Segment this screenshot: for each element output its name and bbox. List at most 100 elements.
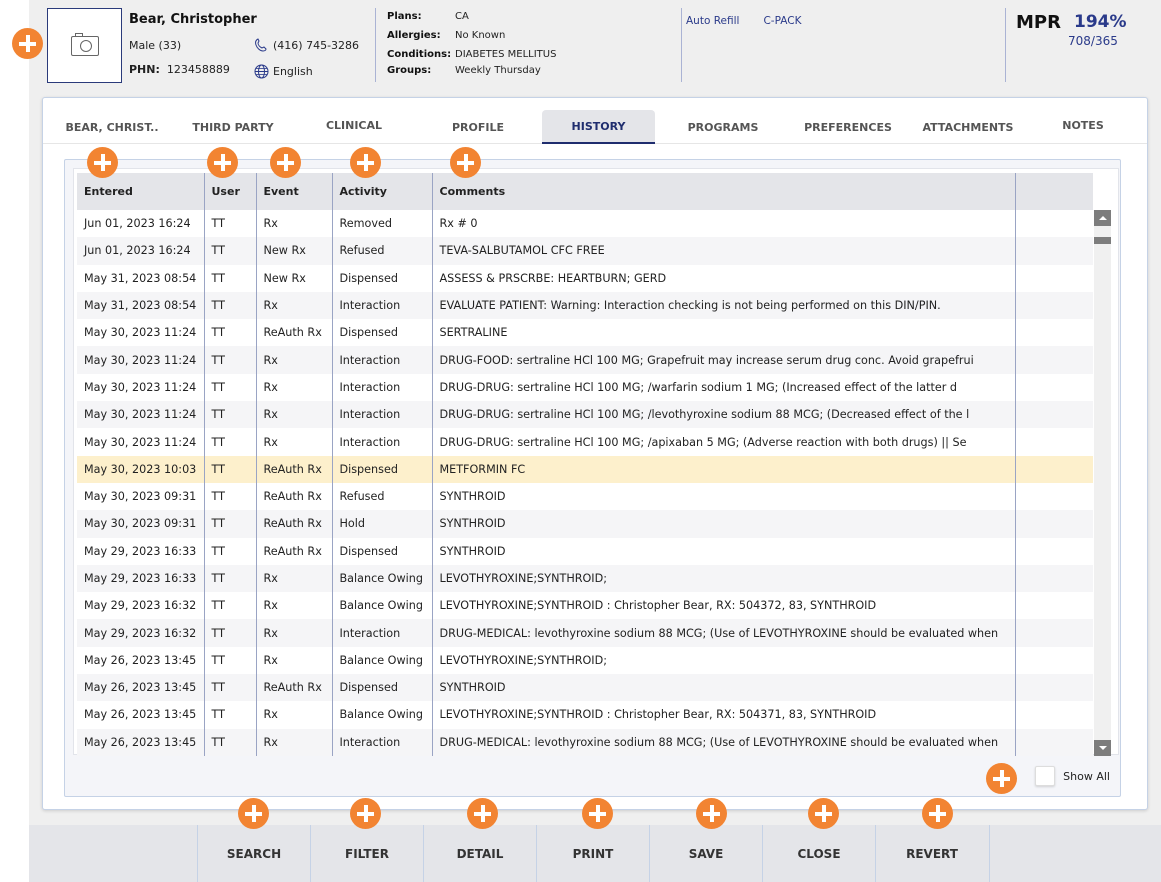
add-marker-icon[interactable] (350, 147, 381, 178)
arrow-down-icon (1098, 746, 1107, 750)
cell-event: ReAuth Rx (256, 510, 333, 538)
search-button[interactable]: SEARCH (197, 825, 310, 882)
cell-comments: DRUG-DRUG: sertraline HCl 100 MG; /apixa… (432, 428, 1016, 456)
cell-user: TT (204, 646, 257, 675)
cell-user: TT (204, 701, 257, 729)
cell-activity: Balance Owing (332, 646, 433, 675)
add-marker-icon[interactable] (582, 798, 613, 829)
cell-comments: DRUG-MEDICAL: levothyroxine sodium 88 MC… (432, 619, 1016, 647)
cell-extra (1015, 537, 1093, 565)
groups-value: Weekly Thursday (455, 65, 541, 76)
table-row[interactable]: May 29, 2023 16:32 TT Rx Balance Owing LEVOT… (77, 592, 1093, 620)
cell-activity: Hold (332, 510, 433, 538)
filter-button[interactable]: FILTER (310, 825, 423, 882)
column-header-comments[interactable]: Comments (432, 173, 1016, 210)
auto-refill-link[interactable]: Auto Refill (686, 15, 739, 27)
show-all-checkbox[interactable] (1035, 766, 1056, 786)
add-marker-icon[interactable] (808, 798, 839, 829)
cell-extra (1015, 592, 1093, 620)
column-header-event[interactable]: Event (256, 173, 333, 210)
cell-activity: Interaction (332, 428, 433, 456)
table-row[interactable]: May 29, 2023 16:32 TT Rx Interaction DRUG-ME… (77, 619, 1093, 647)
table-row[interactable]: May 31, 2023 08:54 TT Rx Interaction EVALUAT… (77, 291, 1093, 320)
cell-entered: May 29, 2023 16:32 (77, 592, 205, 620)
language-value: English (273, 65, 313, 78)
cell-extra (1015, 619, 1093, 647)
column-header-entered[interactable]: Entered (77, 173, 205, 210)
table-row[interactable]: May 30, 2023 09:31 TT ReAuth Rx Refused SYNT… (77, 482, 1093, 511)
tab-notes[interactable]: NOTES (1048, 108, 1118, 142)
table-row[interactable]: May 30, 2023 11:24 TT Rx Interaction DRUG-DR… (77, 428, 1093, 456)
tab-history[interactable]: HISTORY (542, 110, 655, 144)
add-marker-icon[interactable] (87, 147, 118, 178)
add-marker-icon[interactable] (922, 798, 953, 829)
cell-event: ReAuth Rx (256, 482, 333, 511)
add-marker-icon[interactable] (238, 798, 269, 829)
cell-comments: LEVOTHYROXINE;SYNTHROID; (432, 564, 1016, 593)
cell-user: TT (204, 319, 257, 347)
save-button[interactable]: SAVE (649, 825, 762, 882)
phone-icon (255, 38, 267, 52)
patient-header: Bear, Christopher Male (33) PHN: 1234588… (29, 0, 1161, 92)
add-marker-icon[interactable] (467, 798, 498, 829)
tab-third-party[interactable]: THIRD PARTY (183, 110, 283, 144)
table-row[interactable]: May 30, 2023 11:24 TT ReAuth Rx Dispensed SE… (77, 319, 1093, 347)
tab-programs[interactable]: PROGRAMS (678, 110, 768, 144)
cell-user: TT (204, 564, 257, 593)
cell-extra (1015, 455, 1093, 483)
table-row[interactable]: May 26, 2023 13:45 TT ReAuth Rx Dispensed SY… (77, 674, 1093, 702)
add-marker-icon[interactable] (350, 798, 381, 829)
add-marker-icon[interactable] (986, 763, 1017, 794)
cell-extra (1015, 510, 1093, 538)
scroll-thumb[interactable] (1094, 237, 1111, 244)
add-marker-icon[interactable] (270, 147, 301, 178)
table-row[interactable]: May 30, 2023 11:24 TT Rx Interaction DRUG-DR… (77, 373, 1093, 402)
close-button[interactable]: CLOSE (762, 825, 875, 882)
scroll-down-button[interactable] (1094, 740, 1111, 756)
table-row[interactable]: May 29, 2023 16:33 TT ReAuth Rx Dispensed SY… (77, 537, 1093, 565)
cell-user: TT (204, 210, 257, 238)
patient-photo[interactable] (47, 8, 122, 83)
scroll-up-button[interactable] (1094, 210, 1111, 226)
cell-activity: Dispensed (332, 455, 433, 483)
add-marker-icon[interactable] (207, 147, 238, 178)
c-pack-link[interactable]: C-PACK (763, 15, 801, 27)
detail-button[interactable]: DETAIL (423, 825, 536, 882)
cell-comments: METFORMIN FC (432, 455, 1016, 483)
table-row-selected[interactable]: May 30, 2023 10:03 TT ReAuth Rx Dispensed ME… (77, 455, 1093, 483)
revert-button[interactable]: REVERT (875, 825, 988, 882)
tab-attachments[interactable]: ATTACHMENTS (913, 110, 1023, 144)
table-row[interactable]: May 26, 2023 13:45 TT Rx Balance Owing LEVOT… (77, 646, 1093, 675)
cell-extra (1015, 646, 1093, 675)
cell-activity: Balance Owing (332, 701, 433, 729)
cell-user: TT (204, 291, 257, 320)
table-row[interactable]: May 30, 2023 11:24 TT Rx Interaction DRUG-DR… (77, 401, 1093, 429)
tab-clinical[interactable]: CLINICAL (313, 108, 395, 142)
table-row[interactable]: May 26, 2023 13:45 TT Rx Balance Owing LEVOT… (77, 701, 1093, 729)
table-row[interactable]: Jun 01, 2023 16:24 TT New Rx Refused TEVA-SA… (77, 237, 1093, 265)
table-row[interactable]: May 29, 2023 16:33 TT Rx Balance Owing LEVOT… (77, 564, 1093, 593)
print-button[interactable]: PRINT (536, 825, 649, 882)
arrow-up-icon (1098, 216, 1107, 220)
tab-preferences[interactable]: PREFERENCES (793, 110, 903, 144)
table-row[interactable]: May 30, 2023 09:31 TT ReAuth Rx Hold SYNTHRO… (77, 510, 1093, 538)
plans-label: Plans: (387, 11, 422, 22)
add-marker-icon[interactable] (450, 147, 481, 178)
table-row[interactable]: May 30, 2023 11:24 TT Rx Interaction DRUG-FO… (77, 346, 1093, 374)
cell-extra (1015, 401, 1093, 429)
history-table: Entered User Event Activity Comments Jun… (77, 173, 1093, 756)
tab-profile[interactable]: PROFILE (438, 110, 518, 144)
table-row[interactable]: May 26, 2023 13:45 TT Rx Interaction DRUG-ME… (77, 728, 1093, 756)
cell-extra (1015, 291, 1093, 320)
table-row[interactable]: May 31, 2023 08:54 TT New Rx Dispensed ASSES… (77, 264, 1093, 292)
vertical-scrollbar[interactable] (1094, 210, 1111, 756)
cell-activity: Interaction (332, 619, 433, 647)
tab-patient[interactable]: BEAR, CHRIST.. (57, 110, 167, 144)
column-header-activity[interactable]: Activity (332, 173, 433, 210)
column-header-user[interactable]: User (204, 173, 257, 210)
table-row[interactable]: Jun 01, 2023 16:24 TT Rx Removed Rx # 0 (77, 210, 1093, 238)
cell-event: New Rx (256, 237, 333, 265)
cell-user: TT (204, 237, 257, 265)
add-marker-icon[interactable] (12, 28, 43, 59)
add-marker-icon[interactable] (696, 798, 727, 829)
